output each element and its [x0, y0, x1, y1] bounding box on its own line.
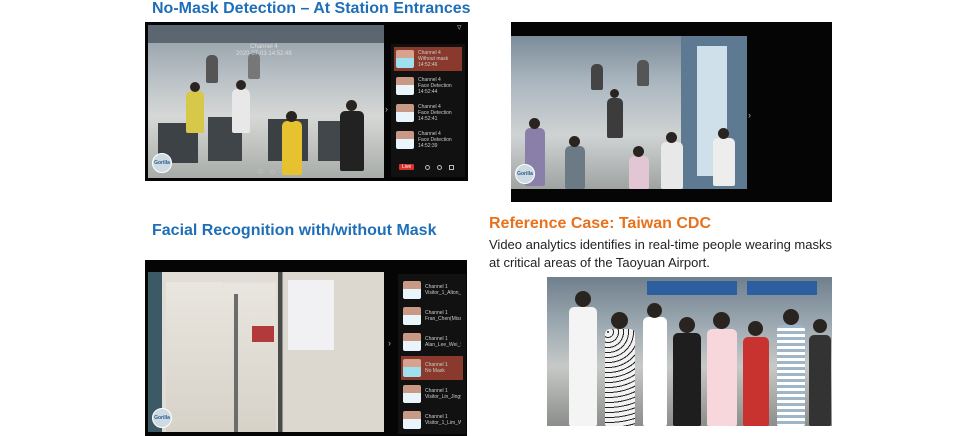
event-item[interactable]: Channel 1Fran_Chen(Miss_Chen)	[401, 304, 463, 328]
reference-description: Video analytics identifies in real-time …	[489, 237, 832, 270]
face-thumbnail	[403, 359, 421, 377]
osd-channel: Channel 1	[236, 273, 264, 279]
event-panel: ▿ Channel 4 Without mask 14:52:46 Channel …	[391, 22, 465, 177]
osd-timestamp: 2020-07-03 14:52:48	[236, 51, 292, 57]
panel-toggle-icon[interactable]: ›	[385, 104, 388, 114]
face-thumbnail	[403, 333, 421, 351]
event-item[interactable]: Channel 4 Face Detection 14:52:39	[394, 128, 462, 152]
heading-reference-case: Reference Case: Taiwan CDC	[489, 215, 711, 232]
gorilla-logo-icon: Gorilla	[152, 408, 172, 428]
event-item[interactable]: Channel 1Visitor_1_Lim_Wayne_J	[401, 408, 463, 432]
settings-icon[interactable]	[270, 169, 275, 174]
video-no-mask-station[interactable]: Channel 4 2020-07-03 14:52:48 Gorilla › …	[145, 22, 468, 181]
heading-facial-recognition: Facial Recognition with/without Mask	[152, 222, 437, 239]
face-thumbnail	[403, 385, 421, 403]
live-button[interactable]: Live	[399, 164, 415, 170]
fullscreen-icon[interactable]	[449, 165, 454, 170]
camera-view-platform: Gorilla	[511, 36, 747, 189]
event-item[interactable]: Channel 4 Without mask 14:52:46	[394, 47, 462, 71]
recognition-panel: Channel 1Visitor_1_Alton_Li Channel 1Fra…	[398, 274, 466, 434]
video-facial-recognition[interactable]: Channel 1 2020-05-18 15:16:47 Gorilla › …	[145, 260, 467, 436]
face-thumbnail	[396, 104, 414, 122]
osd-channel: Channel 4	[250, 44, 278, 50]
heading-no-mask-detection: No-Mask Detection – At Station Entrances	[152, 0, 471, 17]
face-thumbnail	[403, 411, 421, 429]
event-item[interactable]: Channel 1Visitor_1_Alton_Li	[401, 278, 463, 302]
photo-taoyuan-airport-crowd	[547, 277, 832, 426]
panel-toggle-icon[interactable]: ›	[388, 338, 391, 348]
face-thumbnail	[403, 307, 421, 325]
filter-icon[interactable]: ▿	[457, 22, 462, 33]
gorilla-logo-icon: Gorilla	[515, 164, 535, 184]
camera-icon[interactable]	[258, 169, 263, 174]
clock-icon[interactable]	[437, 165, 442, 170]
event-item[interactable]: Channel 1Visitor_Lin_Jingyin	[401, 382, 463, 406]
event-item[interactable]: Channel 1Alan_Lee_Wei_Sun	[401, 330, 463, 354]
video-station-platform[interactable]: Gorilla ›	[511, 22, 832, 202]
camera-view-office-door: Channel 1 2020-05-18 15:16:47 Gorilla	[148, 272, 384, 432]
face-thumbnail	[396, 50, 414, 68]
event-item[interactable]: Channel 4 Face Detection 14:52:44	[394, 74, 462, 98]
gorilla-logo-icon: Gorilla	[152, 153, 172, 173]
panel-toggle-icon[interactable]: ›	[748, 110, 751, 120]
osd-timestamp: 2020-05-18 15:16:47	[222, 280, 278, 286]
face-thumbnail	[396, 77, 414, 95]
refresh-icon[interactable]	[425, 165, 430, 170]
event-item[interactable]: Channel 4 Face Detection 14:52:41	[394, 101, 462, 125]
event-item[interactable]: Channel 1 No Mask	[401, 356, 463, 380]
face-thumbnail	[396, 131, 414, 149]
face-thumbnail	[403, 281, 421, 299]
camera-view-station-gates: Channel 4 2020-07-03 14:52:48 Gorilla	[148, 25, 384, 178]
